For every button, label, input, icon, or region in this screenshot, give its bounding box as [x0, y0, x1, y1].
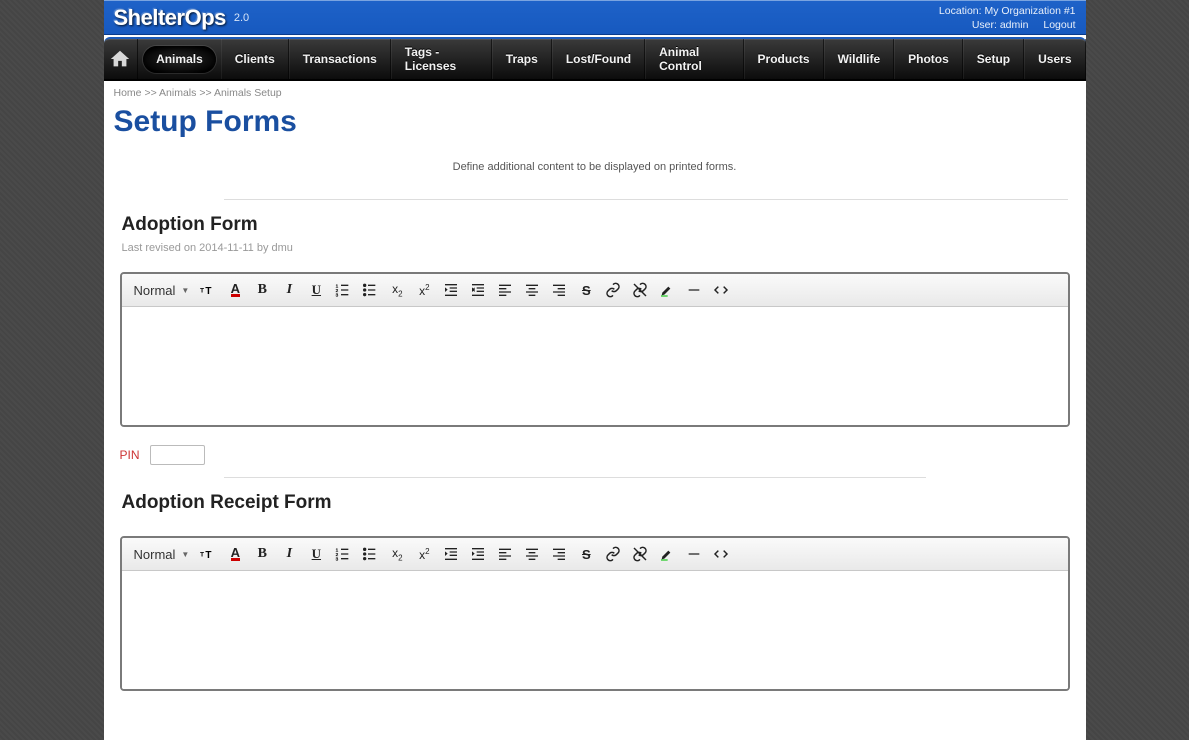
align-left-icon[interactable] — [493, 542, 517, 566]
indent-icon[interactable] — [466, 542, 490, 566]
nav-item-wildlife[interactable]: Wildlife — [824, 39, 895, 79]
horizontal-rule-icon[interactable] — [682, 542, 706, 566]
logo-text: ShelterOps — [114, 5, 226, 31]
outdent-icon[interactable] — [439, 542, 463, 566]
underline-icon[interactable]: U — [304, 542, 328, 566]
align-right-icon[interactable] — [547, 542, 571, 566]
align-left-icon[interactable] — [493, 278, 517, 302]
strikethrough-icon[interactable]: S — [574, 542, 598, 566]
svg-text:3: 3 — [336, 293, 339, 298]
editor-toolbar: Normal ▼ TT A B I U 123 x2 x2 S — [122, 538, 1068, 571]
svg-text:T: T — [206, 286, 212, 297]
nav-item-animal-control[interactable]: Animal Control — [645, 39, 743, 79]
user-label: User: admin — [972, 19, 1029, 31]
divider — [224, 477, 926, 478]
receipt-editor-body[interactable] — [122, 571, 1068, 689]
bold-icon[interactable]: B — [250, 278, 274, 302]
code-view-icon[interactable] — [709, 278, 733, 302]
font-size-icon[interactable]: TT — [196, 278, 220, 302]
horizontal-rule-icon[interactable] — [682, 278, 706, 302]
nav-item-users[interactable]: Users — [1024, 39, 1085, 79]
pin-row: PIN — [104, 427, 1086, 475]
main-nav: Animals Clients Transactions Tags - Lice… — [104, 37, 1086, 81]
outdent-icon[interactable] — [439, 278, 463, 302]
italic-icon[interactable]: I — [277, 278, 301, 302]
ordered-list-icon[interactable]: 123 — [331, 278, 355, 302]
receipt-form-section: Adoption Receipt Form Normal ▼ TT A B I … — [104, 488, 1086, 691]
adoption-form-meta: Last revised on 2014-11-11 by dmu — [120, 240, 1070, 272]
nav-item-clients[interactable]: Clients — [221, 39, 289, 79]
nav-item-lost-found[interactable]: Lost/Found — [552, 39, 645, 79]
unordered-list-icon[interactable] — [358, 278, 382, 302]
svg-text:T: T — [200, 288, 204, 295]
align-center-icon[interactable] — [520, 278, 544, 302]
logo: ShelterOps 2.0 — [114, 5, 250, 31]
ordered-list-icon[interactable]: 123 — [331, 542, 355, 566]
font-color-icon[interactable]: A — [223, 542, 247, 566]
nav-item-tags-licenses[interactable]: Tags - Licenses — [391, 39, 492, 79]
receipt-form-title: Adoption Receipt Form — [120, 488, 1070, 536]
indent-icon[interactable] — [466, 278, 490, 302]
code-view-icon[interactable] — [709, 542, 733, 566]
unlink-icon[interactable] — [628, 542, 652, 566]
unordered-list-icon[interactable] — [358, 542, 382, 566]
unlink-icon[interactable] — [628, 278, 652, 302]
svg-text:T: T — [206, 550, 212, 561]
nav-item-transactions[interactable]: Transactions — [289, 39, 391, 79]
nav-home-icon[interactable] — [104, 39, 139, 79]
pin-label: PIN — [120, 448, 140, 462]
adoption-editor-body[interactable] — [122, 307, 1068, 425]
nav-item-setup[interactable]: Setup — [963, 39, 1024, 79]
breadcrumb-animals[interactable]: Animals — [159, 87, 196, 99]
pin-input[interactable] — [150, 445, 205, 465]
bold-icon[interactable]: B — [250, 542, 274, 566]
svg-text:T: T — [200, 552, 204, 559]
font-size-icon[interactable]: TT — [196, 542, 220, 566]
format-select[interactable]: Normal ▼ — [128, 281, 194, 300]
location-label: Location: My Organization #1 — [939, 4, 1076, 18]
nav-item-products[interactable]: Products — [744, 39, 824, 79]
breadcrumb: Home >> Animals >> Animals Setup — [104, 81, 1086, 103]
underline-icon[interactable]: U — [304, 278, 328, 302]
page-description: Define additional content to be displaye… — [104, 155, 1086, 199]
strikethrough-icon[interactable]: S — [574, 278, 598, 302]
highlight-icon[interactable] — [655, 542, 679, 566]
align-center-icon[interactable] — [520, 542, 544, 566]
subscript-icon[interactable]: x2 — [385, 278, 409, 302]
divider — [224, 199, 1068, 200]
logout-link[interactable]: Logout — [1043, 19, 1075, 31]
page-title: Setup Forms — [104, 103, 1086, 155]
align-right-icon[interactable] — [547, 278, 571, 302]
receipt-editor: Normal ▼ TT A B I U 123 x2 x2 S — [120, 536, 1070, 691]
nav-item-traps[interactable]: Traps — [492, 39, 552, 79]
link-icon[interactable] — [601, 278, 625, 302]
format-select[interactable]: Normal ▼ — [128, 545, 194, 564]
highlight-icon[interactable] — [655, 278, 679, 302]
svg-text:3: 3 — [336, 557, 339, 562]
breadcrumb-animals-setup[interactable]: Animals Setup — [214, 87, 282, 99]
logo-version: 2.0 — [234, 12, 249, 24]
superscript-icon[interactable]: x2 — [412, 542, 436, 566]
adoption-form-section: Adoption Form Last revised on 2014-11-11… — [104, 210, 1086, 427]
page-container: ShelterOps 2.0 Location: My Organization… — [104, 0, 1086, 740]
editor-toolbar: Normal ▼ TT A B I U 123 x2 x2 S — [122, 274, 1068, 307]
superscript-icon[interactable]: x2 — [412, 278, 436, 302]
header-meta: Location: My Organization #1 User: admin… — [939, 4, 1076, 32]
breadcrumb-home[interactable]: Home — [114, 87, 142, 99]
nav-item-animals[interactable]: Animals — [143, 46, 216, 73]
top-bar: ShelterOps 2.0 Location: My Organization… — [104, 0, 1086, 35]
link-icon[interactable] — [601, 542, 625, 566]
adoption-editor: Normal ▼ TT A B I U 123 x2 x2 S — [120, 272, 1070, 427]
italic-icon[interactable]: I — [277, 542, 301, 566]
adoption-form-title: Adoption Form — [120, 210, 1070, 240]
subscript-icon[interactable]: x2 — [385, 542, 409, 566]
nav-item-photos[interactable]: Photos — [894, 39, 963, 79]
font-color-icon[interactable]: A — [223, 278, 247, 302]
